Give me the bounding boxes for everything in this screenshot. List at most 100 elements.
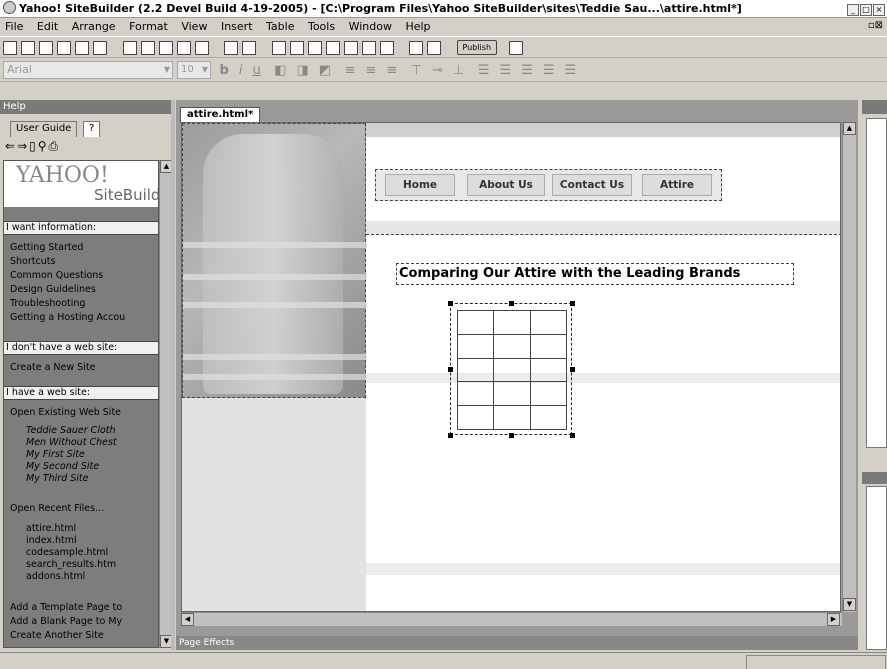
- page-effects-panel[interactable]: Page Effects: [176, 636, 858, 650]
- form-icon[interactable]: [325, 40, 340, 55]
- site-item[interactable]: My Third Site: [26, 473, 89, 485]
- properties-panel[interactable]: [866, 486, 887, 650]
- menu-file[interactable]: File: [4, 20, 24, 33]
- recent-file[interactable]: attire.html: [26, 523, 76, 535]
- search-icon[interactable]: ⚲: [38, 139, 49, 153]
- site-item[interactable]: My First Site: [26, 449, 85, 461]
- align-center-icon[interactable]: ≡: [365, 63, 376, 78]
- font-select[interactable]: Arial ▼: [3, 61, 173, 79]
- nav-contact-button[interactable]: Contact Us: [552, 174, 632, 196]
- image-icon[interactable]: [289, 40, 304, 55]
- help-link-create-site[interactable]: Create a New Site: [10, 362, 95, 374]
- view-icon[interactable]: [427, 40, 441, 55]
- menu-window[interactable]: Window: [348, 20, 393, 33]
- scroll-right-icon[interactable]: ▶: [827, 613, 840, 626]
- close-icon[interactable]: ×: [873, 4, 885, 16]
- align-right-icon[interactable]: ≡: [386, 63, 397, 78]
- table-cell[interactable]: [529, 357, 568, 383]
- site-item[interactable]: My Second Site: [26, 461, 99, 473]
- resize-handle[interactable]: [509, 433, 514, 438]
- table-cell[interactable]: [456, 310, 495, 335]
- resize-handle[interactable]: [570, 433, 575, 438]
- help-link-design-guidelines[interactable]: Design Guidelines: [10, 284, 96, 296]
- globe-icon[interactable]: [409, 40, 423, 55]
- table-cell[interactable]: [529, 381, 568, 407]
- site-tree[interactable]: [866, 118, 887, 448]
- menu-arrange[interactable]: Arrange: [71, 20, 117, 33]
- align-left-icon[interactable]: ≡: [345, 63, 356, 78]
- list-icon[interactable]: ☰: [564, 63, 576, 78]
- code-icon[interactable]: [379, 40, 394, 55]
- help-link-common-questions[interactable]: Common Questions: [10, 270, 103, 282]
- help-scrollbar[interactable]: ▲ ▼: [159, 160, 173, 648]
- table-cell[interactable]: [456, 381, 495, 407]
- valign-bottom-icon[interactable]: ⊥: [453, 63, 464, 78]
- nav-about-button[interactable]: About Us: [467, 174, 545, 196]
- style-icon[interactable]: ◩: [319, 63, 331, 78]
- page-heading[interactable]: Comparing Our Attire with the Leading Br…: [396, 263, 794, 285]
- grid-icon[interactable]: [361, 40, 376, 55]
- scroll-left-icon[interactable]: ◀: [181, 613, 194, 626]
- text-box-icon[interactable]: [271, 40, 286, 55]
- panel-splitter[interactable]: [171, 100, 175, 650]
- recent-file[interactable]: addons.html: [26, 571, 85, 583]
- open-icon[interactable]: [21, 40, 35, 55]
- table-cell[interactable]: [529, 333, 568, 359]
- table-cell[interactable]: [456, 405, 495, 430]
- help-link-getting-started[interactable]: Getting Started: [10, 242, 83, 254]
- cut-icon[interactable]: [140, 40, 155, 55]
- menu-edit[interactable]: Edit: [36, 20, 59, 33]
- table-cell[interactable]: [493, 333, 531, 359]
- document-tab[interactable]: attire.html*: [180, 107, 261, 123]
- edit-icon[interactable]: [122, 40, 137, 55]
- table-cell[interactable]: [493, 405, 531, 430]
- tab-user-guide[interactable]: User Guide: [10, 121, 78, 137]
- menu-view[interactable]: View: [180, 20, 208, 33]
- italic-icon[interactable]: i: [239, 63, 243, 78]
- table-cell[interactable]: [529, 405, 568, 430]
- model-photo[interactable]: [182, 123, 367, 398]
- table-icon[interactable]: [307, 40, 322, 55]
- back-arrow-icon[interactable]: ⇐: [5, 139, 17, 153]
- site-item[interactable]: Men Without Chest: [26, 437, 117, 449]
- scroll-down-icon[interactable]: ▼: [843, 598, 856, 611]
- content-table[interactable]: [456, 310, 568, 430]
- menu-tools[interactable]: Tools: [307, 20, 336, 33]
- minimize-icon[interactable]: _: [847, 4, 859, 16]
- mdi-close-icon[interactable]: ⊠: [875, 20, 883, 31]
- resize-handle[interactable]: [448, 301, 453, 306]
- resize-handle[interactable]: [570, 367, 575, 372]
- bold-icon[interactable]: b: [220, 63, 229, 78]
- menu-table[interactable]: Table: [265, 20, 295, 33]
- print-icon[interactable]: ⎙: [49, 139, 61, 153]
- site-item[interactable]: Teddie Sauer Cloth: [26, 425, 116, 437]
- undo-icon[interactable]: [224, 40, 238, 55]
- resize-handle[interactable]: [448, 367, 453, 372]
- mdi-restore-icon[interactable]: ▫: [868, 20, 875, 31]
- copy-icon[interactable]: [158, 40, 173, 55]
- nav-home-button[interactable]: Home: [385, 174, 455, 196]
- link-icon[interactable]: [242, 40, 256, 55]
- help-icon[interactable]: [508, 40, 523, 55]
- resize-handle[interactable]: [570, 301, 575, 306]
- recent-file[interactable]: codesample.html: [26, 547, 108, 559]
- recent-file[interactable]: index.html: [26, 535, 77, 547]
- help-link-shortcuts[interactable]: Shortcuts: [10, 256, 55, 268]
- publish-button[interactable]: Publish: [456, 40, 498, 55]
- tab-help[interactable]: ?: [83, 121, 101, 137]
- table-cell[interactable]: [529, 310, 568, 335]
- menu-format[interactable]: Format: [128, 20, 169, 33]
- help-link-open-recent[interactable]: Open Recent Files...: [10, 503, 104, 515]
- resize-handle[interactable]: [448, 433, 453, 438]
- help-link-add-blank[interactable]: Add a Blank Page to My: [10, 616, 122, 628]
- recent-file[interactable]: search_results.htm: [26, 559, 116, 571]
- outdent-icon[interactable]: ☰: [543, 63, 555, 78]
- menu-help[interactable]: Help: [404, 20, 431, 33]
- delete-icon[interactable]: [194, 40, 209, 55]
- menu-insert[interactable]: Insert: [220, 20, 254, 33]
- table-cell[interactable]: [456, 333, 495, 359]
- indent-icon[interactable]: ☰: [521, 63, 533, 78]
- paste-icon[interactable]: [176, 40, 191, 55]
- nav-bar[interactable]: Home About Us Contact Us Attire: [375, 169, 722, 201]
- help-link-troubleshooting[interactable]: Troubleshooting: [10, 298, 85, 310]
